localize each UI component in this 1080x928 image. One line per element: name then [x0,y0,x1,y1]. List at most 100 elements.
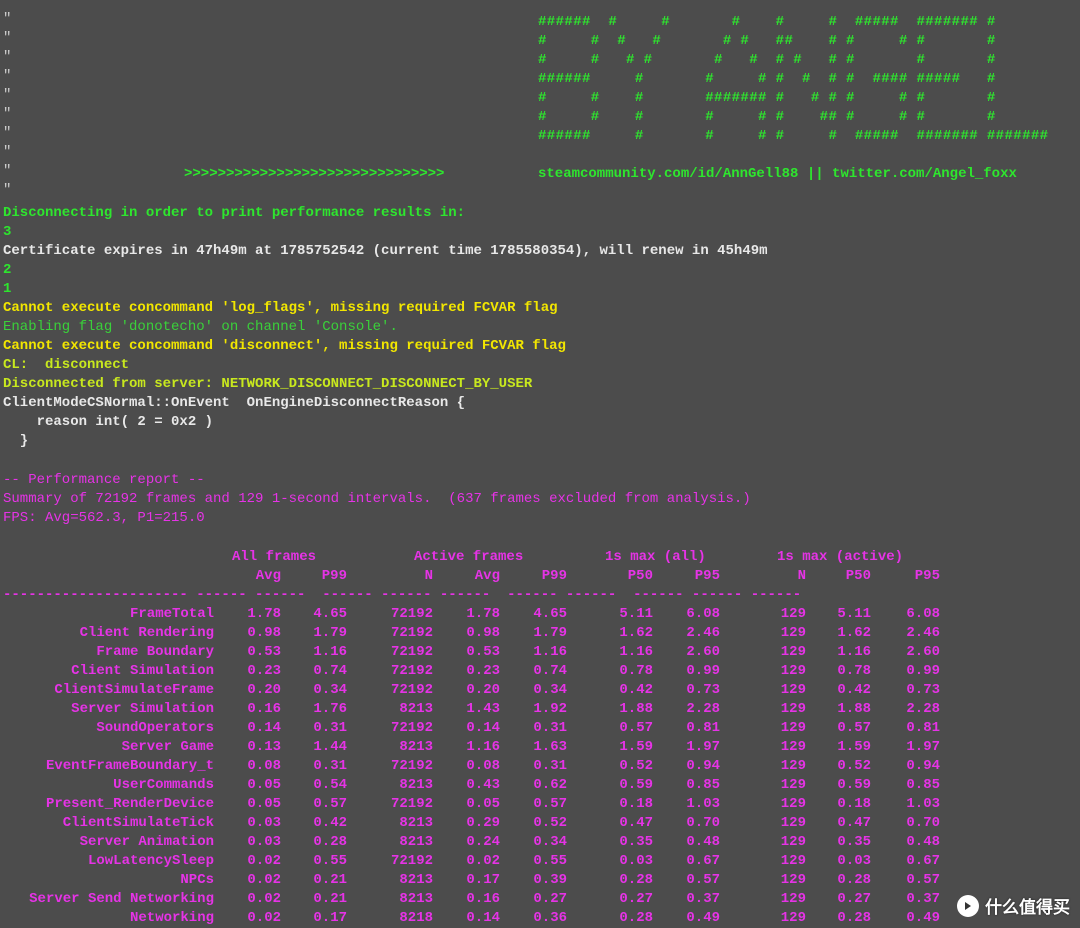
cell-n-active: 129 [780,644,806,660]
table-separator: ---------------------- ------ ------ ---… [3,587,802,603]
console-window[interactable]: " " " " " " " " " " ###### # # # # # ##### ######… [0,0,1080,928]
cell-p50-active: 0.59 [837,777,871,793]
cell-p50: 1.88 [619,701,653,717]
perf-fps: FPS: Avg=562.3, P1=215.0 [3,510,205,526]
cell-avg-active: 1.43 [466,701,500,717]
cell-p50: 0.47 [619,815,653,831]
cell-n: 72192 [390,682,433,698]
cell-p95: 0.73 [686,682,720,698]
cell-p95-active: 0.99 [906,663,940,679]
cell-p50-active: 0.03 [837,853,871,869]
watermark: 什么值得买 [957,893,1070,918]
log-count-3: 3 [3,224,12,240]
cell-p99: 0.21 [313,872,347,888]
cell-p95-active: 0.85 [906,777,940,793]
cell-p95-active: 1.97 [906,739,940,755]
cell-p99-active: 0.27 [533,891,567,907]
cell-p50-active: 0.35 [837,834,871,850]
cell-n-active: 129 [780,853,806,869]
col-header-n-active: N [797,568,806,584]
cell-n-active: 129 [780,758,806,774]
cell-p50-active: 5.11 [837,606,871,622]
log-cannot-disconnect: Cannot execute concommand 'disconnect', … [3,338,566,354]
cell-p99-active: 1.92 [533,701,567,717]
quote-mark: " [3,144,12,160]
quote-mark: " [3,49,12,65]
cell-p50: 0.35 [619,834,653,850]
col-header-avg-active: Avg [474,568,500,584]
cell-p95: 2.46 [686,625,720,641]
row-label: Client Simulation [71,663,214,679]
cell-p50: 5.11 [619,606,653,622]
cell-avg-active: 0.43 [466,777,500,793]
cell-p95-active: 0.49 [906,910,940,926]
cell-p99-active: 0.62 [533,777,567,793]
cell-avg-active: 0.14 [466,720,500,736]
quote-mark: " [3,106,12,122]
cell-avg: 0.02 [247,872,281,888]
cell-n-active: 129 [780,796,806,812]
cell-n-active: 129 [780,910,806,926]
cell-p99: 0.31 [313,720,347,736]
cell-p50: 0.52 [619,758,653,774]
cell-p99: 1.79 [313,625,347,641]
cell-n: 72192 [390,663,433,679]
cell-n-active: 129 [780,625,806,641]
cell-n-active: 129 [780,777,806,793]
row-label: UserCommands [113,777,214,793]
cell-p99: 0.21 [313,891,347,907]
cell-avg-active: 0.20 [466,682,500,698]
cell-p50: 1.59 [619,739,653,755]
cell-p50: 0.28 [619,910,653,926]
col-header-p95-active: P95 [914,568,940,584]
cell-avg: 0.02 [247,853,281,869]
watermark-text: 什么值得买 [985,898,1070,918]
ascii-banner-row: ###### # # # # # ##### ####### ####### [538,128,1049,144]
cell-avg: 0.03 [247,834,281,850]
cell-p99-active: 0.31 [533,758,567,774]
col-header-p95: P95 [694,568,720,584]
cell-avg-active: 0.02 [466,853,500,869]
cell-p95-active: 6.08 [906,606,940,622]
row-label: FrameTotal [129,606,214,622]
quote-mark: " [3,68,12,84]
cell-avg: 0.13 [247,739,281,755]
cell-p99: 0.28 [313,834,347,850]
cell-p95: 0.49 [686,910,720,926]
cell-p50-active: 0.27 [837,891,871,907]
cell-avg: 0.02 [247,910,281,926]
cell-p99-active: 0.34 [533,682,567,698]
cell-p99-active: 1.63 [533,739,567,755]
log-enabling-flag: Enabling flag 'donotecho' on channel 'Co… [3,319,398,335]
cell-n-active: 129 [780,834,806,850]
cell-avg: 0.05 [247,796,281,812]
cell-n-active: 129 [780,606,806,622]
cell-p50: 0.59 [619,777,653,793]
cell-p95-active: 2.46 [906,625,940,641]
cell-p95: 0.67 [686,853,720,869]
row-label: ClientSimulateTick [62,815,214,831]
cell-n: 72192 [390,720,433,736]
quote-mark: " [3,30,12,46]
row-label: ClientSimulateFrame [54,682,214,698]
row-label: SoundOperators [96,720,214,736]
cell-p95-active: 0.57 [906,872,940,888]
col-header-p99: P99 [321,568,347,584]
cell-n-active: 129 [780,891,806,907]
ascii-banner-row: # # # ####### # # # # # # # [538,90,996,106]
cell-p95-active: 0.48 [906,834,940,850]
quote-mark: " [3,182,12,198]
quote-mark: " [3,125,12,141]
cell-p50: 1.16 [619,644,653,660]
cell-p99: 0.34 [313,682,347,698]
cell-p50-active: 1.59 [837,739,871,755]
cell-p99-active: 0.55 [533,853,567,869]
cell-p95: 0.99 [686,663,720,679]
cell-avg-active: 0.24 [466,834,500,850]
cell-n-active: 129 [780,815,806,831]
cell-p99: 0.17 [313,910,347,926]
cell-p95-active: 0.67 [906,853,940,869]
cell-p99: 1.44 [313,739,347,755]
banner-links: steamcommunity.com/id/AnnGell88 || twitt… [538,166,1017,182]
col-header-p50: P50 [627,568,653,584]
